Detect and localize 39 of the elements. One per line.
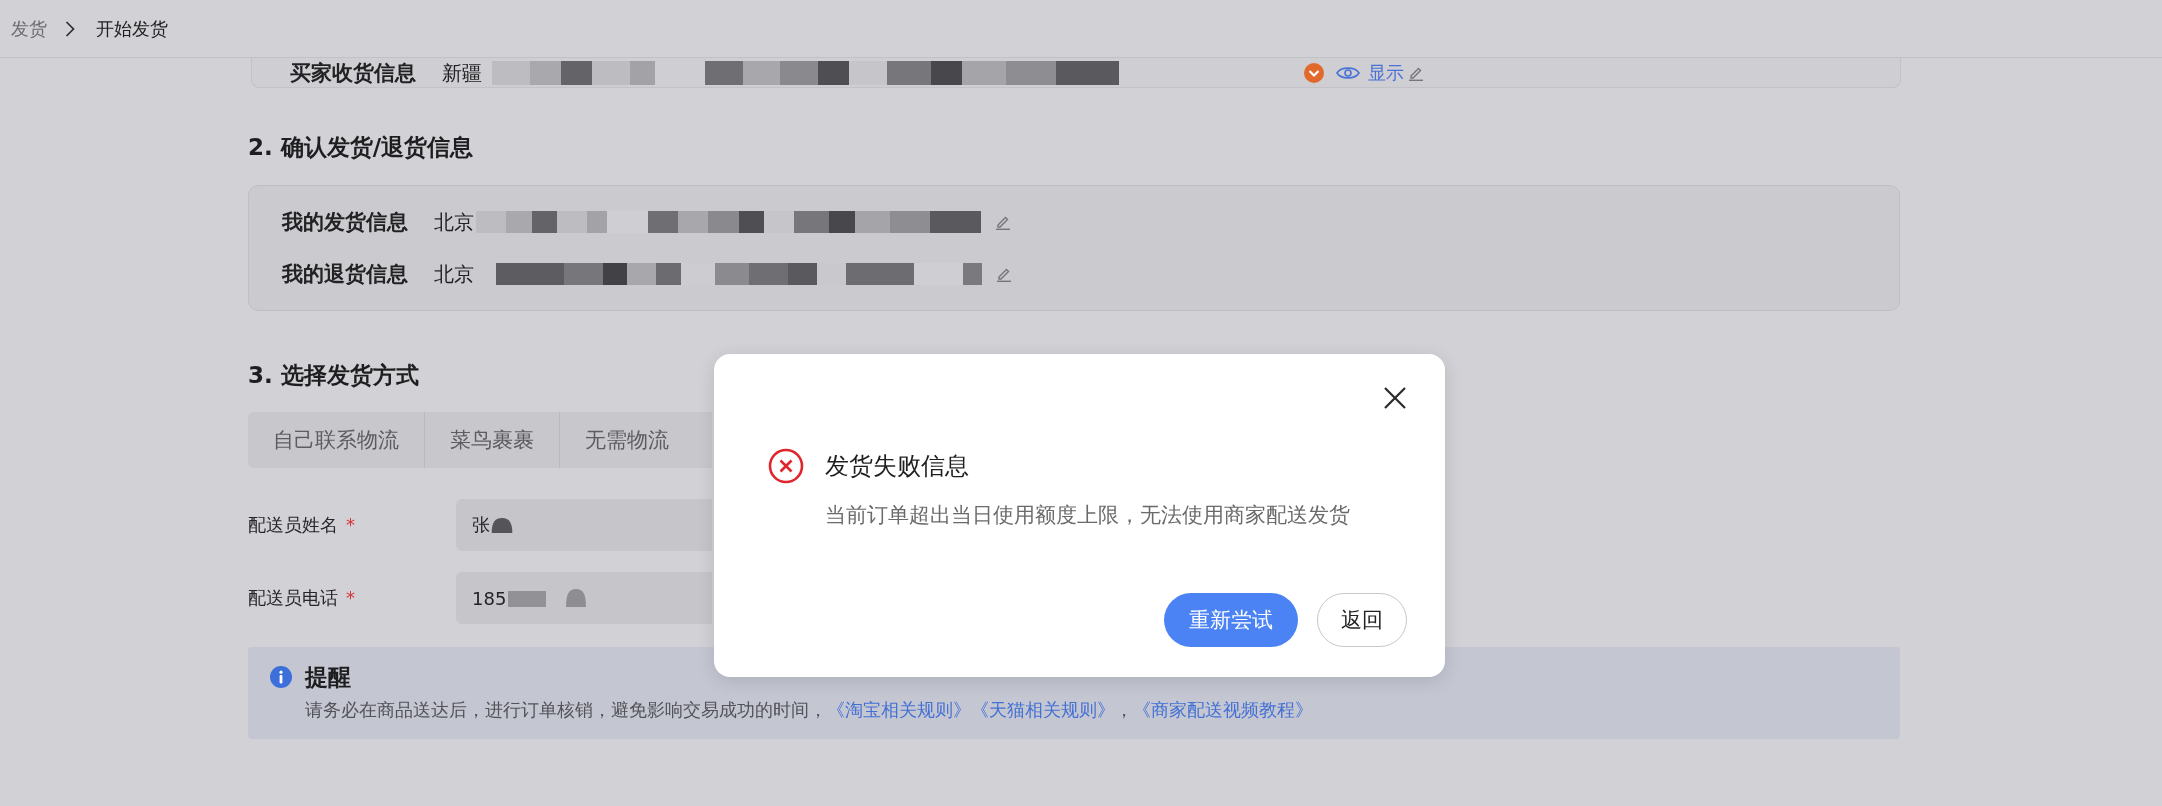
breadcrumb-current: 开始发货 (96, 16, 168, 41)
rule-link[interactable]: 《淘宝相关规则》 (827, 699, 971, 720)
courier-phone-field[interactable]: 185 (456, 572, 712, 624)
pencil-icon[interactable] (996, 266, 1012, 282)
back-button[interactable]: 返回 (1317, 593, 1407, 647)
reminder-text: 请务必在商品送达后，进行订单核销，避免影响交易成功的时间，《淘宝相关规则》《天猫相关规则》，《商家配送视频教程》 (305, 698, 1313, 722)
dialog-title: 发货失败信息 (825, 451, 969, 482)
retry-button[interactable]: 重新尝试 (1164, 593, 1298, 647)
rule-link[interactable]: 《天猫相关规则》 (971, 699, 1115, 720)
dialog-message: 当前订单超出当日使用额度上限，无法使用商家配送发货 (825, 502, 1350, 528)
shipping-method-tab[interactable]: 菜鸟裹裹 (425, 412, 560, 468)
info-label: 我的发货信息 (282, 209, 409, 236)
reminder-title: 提醒 (305, 663, 351, 692)
rule-link[interactable]: 《商家配送视频教程》 (1133, 699, 1313, 720)
buyer-info-label: 买家收货信息 (290, 59, 417, 87)
address-text: 北京 (434, 209, 474, 236)
shipping-method-tab[interactable]: 无需物流 (560, 412, 712, 468)
close-icon[interactable] (1383, 386, 1407, 410)
section-title: 3. 选择发货方式 (248, 361, 419, 390)
redaction-blob-icon (508, 589, 587, 607)
info-label: 我的退货信息 (282, 261, 409, 288)
redaction-blob-icon (491, 517, 513, 533)
pencil-icon[interactable] (995, 214, 1011, 230)
show-link[interactable]: 显示 (1368, 60, 1404, 85)
breadcrumb-link[interactable]: 发货 (11, 16, 47, 41)
eye-icon (1336, 64, 1360, 81)
field-label: 配送员电话 (248, 586, 338, 610)
address-text: 新疆 (442, 59, 482, 87)
error-icon (768, 448, 804, 484)
chevron-right-icon (65, 20, 75, 37)
courier-name-field[interactable]: 张 (456, 499, 712, 551)
info-icon (270, 666, 292, 688)
circle-chevron-icon (1304, 62, 1324, 83)
address-text: 北京 (434, 261, 474, 288)
field-label: 配送员姓名 (248, 513, 338, 537)
required-mark: * (346, 586, 355, 610)
required-mark: * (346, 513, 355, 537)
shipping-method-tab[interactable]: 自己联系物流 (248, 412, 425, 468)
section-title: 2. 确认发货/退货信息 (248, 133, 474, 162)
